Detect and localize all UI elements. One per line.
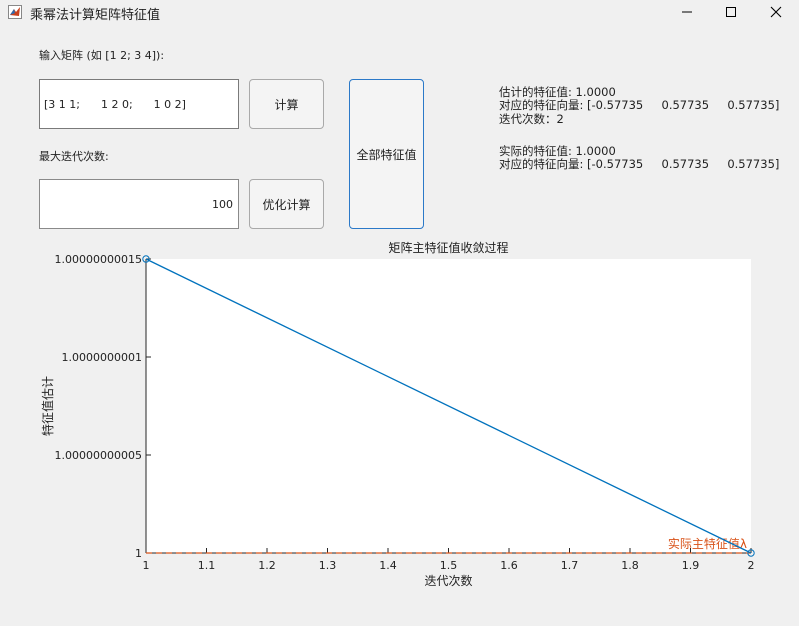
x-tick-label: 1.4 (379, 559, 397, 572)
x-tick-label: 1.8 (621, 559, 639, 572)
act-vector-text: 对应的特征向量: [-0.57735 0.57735 0.57735] (499, 157, 780, 171)
x-tick-label: 1.9 (682, 559, 700, 572)
title-bar: 乘幂法计算矩阵特征值 (0, 0, 799, 24)
reference-line-label: 实际主特征值λ (668, 536, 747, 551)
optimize-button[interactable]: 优化计算 (249, 179, 324, 229)
x-axis-label: 迭代次数 (424, 573, 472, 588)
window-title: 乘幂法计算矩阵特征值 (30, 8, 161, 23)
matrix-input-value: [3 1 1; 1 2 0; 1 0 2] (44, 97, 186, 111)
series-line (145, 258, 752, 554)
close-icon (770, 6, 782, 18)
iter-input-value: 100 (212, 197, 233, 211)
iterations-text: 迭代次数：2 (499, 112, 564, 126)
est-value-text: 估计的特征值: 1.0000 (499, 85, 616, 99)
matrix-input[interactable]: [3 1 1; 1 2 0; 1 0 2] (39, 79, 239, 129)
iter-input[interactable]: 100 (39, 179, 239, 229)
x-tick-label: 1.5 (440, 559, 458, 572)
chart-title: 矩阵主特征值收敛过程 (388, 240, 508, 255)
x-tick-label: 1.6 (500, 559, 518, 572)
y-tick-label: 1 (135, 547, 142, 560)
data-point (747, 549, 755, 557)
matlab-icon (8, 5, 22, 19)
x-tick-label: 1.1 (198, 559, 216, 572)
y-axis-label: 特征值估计 (40, 376, 55, 436)
minimize-icon (682, 11, 692, 13)
x-tick-label: 1.3 (319, 559, 337, 572)
x-tick-label: 2 (748, 559, 755, 572)
act-value-text: 实际的特征值: 1.0000 (499, 144, 616, 158)
y-tick-label: 1.0000000001 (62, 351, 142, 364)
maximize-icon (726, 7, 736, 17)
all-eigen-button[interactable]: 全部特征值 (349, 79, 424, 229)
data-point (142, 255, 150, 263)
x-tick-label: 1.2 (258, 559, 276, 572)
matrix-label: 输入矩阵 (如 [1 2; 3 4]): (39, 49, 165, 62)
iter-label: 最大迭代次数: (39, 150, 109, 163)
compute-button[interactable]: 计算 (249, 79, 324, 129)
close-button[interactable] (753, 0, 799, 24)
est-vector-text: 对应的特征向量: [-0.57735 0.57735 0.57735] (499, 98, 780, 112)
plot-area (146, 259, 751, 553)
maximize-button[interactable] (708, 0, 754, 24)
x-tick-label: 1 (143, 559, 150, 572)
x-tick-label: 1.7 (561, 559, 579, 572)
y-tick-label: 1.00000000015 (55, 253, 142, 266)
minimize-button[interactable] (664, 0, 710, 24)
y-tick-label: 1.00000000005 (55, 449, 142, 462)
